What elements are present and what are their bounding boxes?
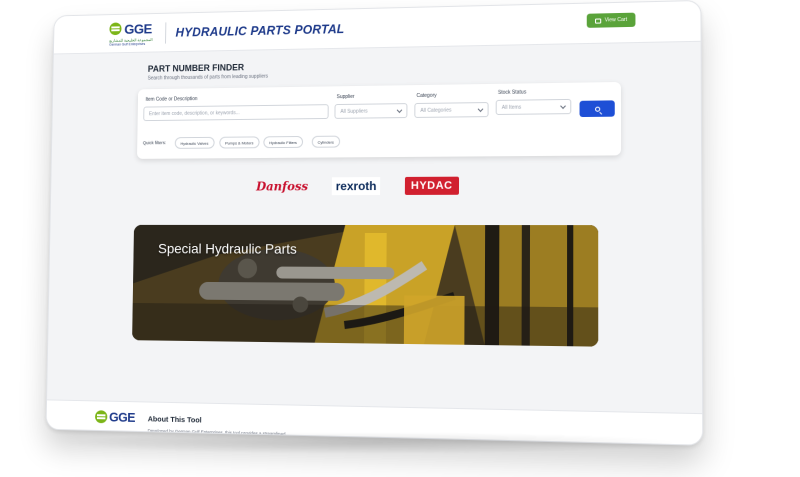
- search-button[interactable]: [579, 100, 615, 118]
- supplier-label: Supplier: [336, 93, 355, 101]
- stock-status-value: All Items: [501, 104, 522, 111]
- top-header: GGE المجموعة الخليجية للمشاريع German Gu…: [53, 0, 701, 55]
- supplier-value: All Suppliers: [340, 108, 368, 115]
- about-title: About This Tool: [147, 414, 202, 425]
- footer-gge-logo: GGE: [94, 409, 136, 425]
- stock-status-select[interactable]: All Items: [495, 98, 572, 116]
- mockup-stage: GGE المجموعة الخليجية للمشاريع German Gu…: [0, 0, 800, 477]
- category-select[interactable]: All Categories: [414, 102, 489, 118]
- quick-filter-hydraulic-filters[interactable]: Hydraulic Filters: [263, 135, 303, 149]
- finder-subtitle: Search through thousands of parts from l…: [147, 73, 269, 82]
- gge-logo-icon: [109, 22, 122, 36]
- chevron-down-icon: [477, 106, 484, 112]
- chevron-down-icon: [396, 107, 403, 113]
- footer-logo-text: GGE: [109, 409, 136, 425]
- view-cart-button[interactable]: View Cart: [587, 12, 636, 28]
- gge-logo[interactable]: GGE المجموعة الخليجية للمشاريع German Gu…: [109, 20, 160, 46]
- item-code-label: Item Code or Description: [145, 96, 198, 103]
- quick-filter-pumps-motors[interactable]: Pumps & Motors: [219, 136, 260, 149]
- gge-logo-icon: [94, 410, 108, 424]
- browser-window: GGE المجموعة الخليجية للمشاريع German Gu…: [45, 0, 704, 446]
- category-label: Category: [416, 92, 437, 100]
- quick-filters-label: Quick filters:: [142, 140, 167, 146]
- header-divider: [165, 21, 167, 44]
- quick-filter-cylinders[interactable]: Cylinders: [311, 135, 340, 148]
- search-icon: [594, 106, 600, 112]
- stock-status-label: Stock Status: [497, 89, 527, 96]
- danfoss-logo[interactable]: Danfoss: [256, 177, 308, 195]
- search-card: Item Code or Description Enter item code…: [136, 81, 622, 159]
- hero-title: Special Hydraulic Parts: [157, 240, 297, 257]
- hero-banner[interactable]: Special Hydraulic Parts: [132, 224, 599, 347]
- finder-title: PART NUMBER FINDER: [147, 62, 245, 74]
- chevron-down-icon: [560, 103, 566, 109]
- quick-filter-hydraulic-valves[interactable]: Hydraulic Valves: [174, 136, 215, 149]
- hydac-logo[interactable]: HYDAC: [404, 176, 459, 195]
- view-cart-label: View Cart: [604, 16, 628, 24]
- item-code-input[interactable]: Enter item code, description, or keyword…: [143, 104, 329, 122]
- item-code-placeholder: Enter item code, description, or keyword…: [148, 109, 240, 117]
- device-shadow: [60, 432, 680, 454]
- supplier-select[interactable]: All Suppliers: [334, 103, 408, 119]
- rexroth-logo[interactable]: rexroth: [331, 177, 381, 196]
- cart-icon: [595, 17, 602, 24]
- category-value: All Categories: [420, 107, 452, 114]
- logo-subtitle-english: German Gulf Enterprises: [109, 41, 146, 47]
- portal-title: HYDRAULIC PARTS PORTAL: [175, 21, 345, 40]
- logo-text: GGE: [124, 20, 152, 37]
